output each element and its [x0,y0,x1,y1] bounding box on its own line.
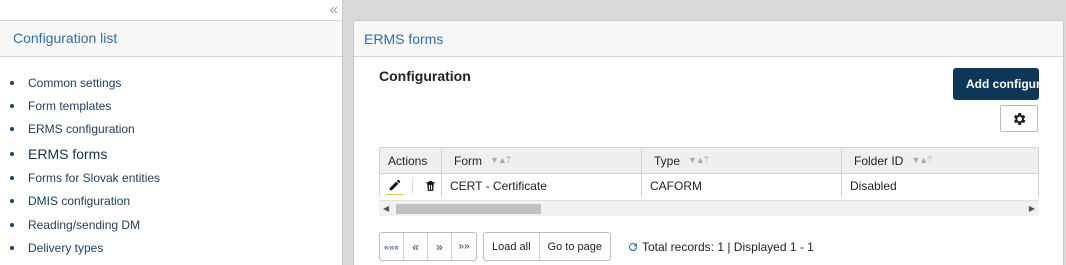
records-status: Total records: 1 | Displayed 1 - 1 [627,240,814,254]
column-header-type[interactable]: Type ▼▲⍑ [642,148,842,173]
sidebar-item-label: ERMS configuration [28,122,135,137]
table-row[interactable]: CERT - Certificate CAFORM Disabled [380,174,1038,197]
sidebar-item-erms-configuration[interactable]: ERMS configuration [10,118,342,141]
sidebar-item-reading-sending-dm[interactable]: Reading/sending DM [10,213,342,236]
sidebar-item-dmis-configuration[interactable]: DMIS configuration [10,190,342,213]
records-status-text: Total records: 1 | Displayed 1 - 1 [641,239,814,254]
last-page-button[interactable]: »» [452,233,476,260]
configuration-list-panel: « Configuration list Common settings For… [0,0,343,265]
sidebar-item-delivery-types[interactable]: Delivery types [10,236,342,259]
column-header-label: Form [454,153,482,168]
panel-toolbar: « [0,0,342,21]
load-group: Load all Go to page [483,232,611,261]
refresh-icon[interactable] [627,241,639,253]
panel-title: ERMS forms [364,31,444,47]
bullet-icon [10,80,14,85]
sidebar-item-forms-slovak-entities[interactable]: Forms for Slovak entities [10,166,342,189]
bullet-icon [10,127,14,132]
sidebar-title: Configuration list [13,30,118,46]
column-header-folder-id[interactable]: Folder ID ▼▲⍑ [842,148,1038,173]
table-settings-button[interactable] [1000,105,1038,132]
sort-icon[interactable]: ▼▲⍑ [490,155,511,166]
sidebar-item-label: ERMS forms [28,145,108,162]
load-all-button[interactable]: Load all [484,233,540,260]
forms-table: Actions Form ▼▲⍑ Type ▼▲⍑ Folder ID ▼▲⍑ CER… [379,147,1039,197]
bullet-icon [10,175,14,180]
add-configuration-button[interactable]: Add configura [953,68,1039,100]
sidebar-nav: Common settings Form templates ERMS conf… [0,57,342,260]
pencil-icon[interactable] [386,177,404,195]
sidebar-item-label: Forms for Slovak entities [28,170,161,185]
sidebar-item-label: Form templates [28,99,112,114]
cell-type: CAFORM [642,174,842,197]
sidebar-item-label: DMIS configuration [28,194,131,209]
column-header-form[interactable]: Form ▼▲⍑ [442,148,642,173]
column-header-label: Actions [388,153,428,168]
table-header-row: Actions Form ▼▲⍑ Type ▼▲⍑ Folder ID ▼▲⍑ [380,148,1038,174]
collapse-icon[interactable]: « [330,1,338,19]
next-page-button[interactable]: » [428,233,452,260]
cell-form: CERT - Certificate [442,174,642,197]
sidebar-item-form-templates[interactable]: Form templates [10,94,342,117]
column-header-label: Folder ID [854,153,904,168]
scrollbar-thumb[interactable] [396,204,541,214]
bullet-icon [10,151,14,156]
trash-icon[interactable] [421,177,439,195]
scroll-right-icon[interactable]: ▶ [1029,204,1035,213]
go-to-page-button[interactable]: Go to page [540,233,610,260]
erms-forms-panel: ERMS forms Configuration Add configura A… [353,20,1064,265]
gear-icon [1013,112,1026,125]
sort-icon[interactable]: ▼▲⍑ [911,155,932,166]
row-actions [380,174,442,197]
page-nav-group: ««« « » »» [379,232,477,261]
sidebar-item-label: Common settings [28,75,122,90]
sidebar-item-common-settings[interactable]: Common settings [10,71,342,94]
sidebar-item-erms-forms[interactable]: ERMS forms [10,141,342,166]
sort-icon[interactable]: ▼▲⍑ [688,155,709,166]
divider [412,177,413,194]
bullet-icon [10,246,14,251]
sidebar-item-label: Reading/sending DM [28,217,141,232]
prev-page-button[interactable]: « [404,233,428,260]
first-page-button[interactable]: ««« [380,233,404,260]
column-header-actions: Actions [380,148,442,173]
sidebar-item-label: Delivery types [28,241,104,256]
bullet-icon [10,199,14,204]
horizontal-scrollbar[interactable]: ◀ ▶ [379,200,1039,216]
scroll-left-icon[interactable]: ◀ [383,204,389,213]
bullet-icon [10,104,14,109]
pagination: ««« « » »» Load all Go to page Total rec… [379,232,814,261]
bullet-icon [10,222,14,227]
section-title: Configuration [379,68,471,84]
sidebar-header: Configuration list [0,21,342,57]
column-header-label: Type [654,153,681,168]
panel-header: ERMS forms [354,21,1063,57]
cell-folder-id: Disabled [850,178,897,193]
